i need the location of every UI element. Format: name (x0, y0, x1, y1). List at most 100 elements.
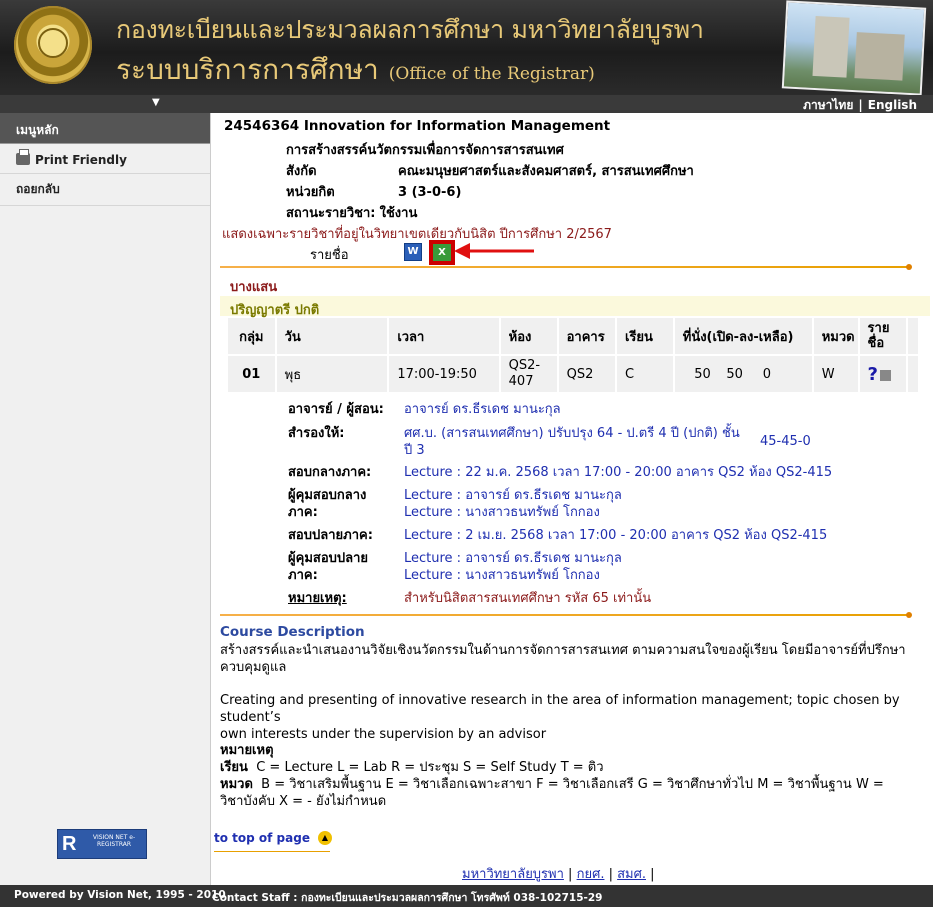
midterm-label: สอบกลางภาค: (288, 465, 372, 480)
col-type: เรียน (615, 318, 675, 355)
description-th: สร้างสรรค์และนำเสนองานวิจัยเชิงนวัตกรรมใ… (220, 643, 906, 675)
col-seats: ที่นั่ง(เปิด-ลง-เหลือ) (673, 318, 814, 355)
cell-seats: 50 50 0 (673, 354, 814, 392)
final-proctor-label-1: ผู้คุมสอบปลาย (288, 551, 369, 566)
dropdown-arrow-icon[interactable]: ▼ (152, 97, 160, 108)
menu-bar: ▼ ภาษาไทย | English (0, 95, 933, 113)
cell-room: QS2-407 (499, 354, 559, 392)
credit-value: 3 (3-0-6) (398, 185, 462, 200)
legend-title: หมายเหตุ (220, 743, 274, 758)
header-subtitle-en: (Office of the Registrar) (388, 64, 595, 84)
footer-contact: Contact Staff : กองทะเบียนและประมวลผลการ… (212, 892, 603, 904)
section-table: กลุ่ม วัน เวลา ห้อง อาคาร เรียน ที่นั่ง(… (228, 318, 920, 392)
seats-left: 0 (762, 366, 772, 382)
footer-link-university[interactable]: มหาวิทยาลัยบูรพา (462, 867, 564, 882)
faculty-row: สังกัด คณะมนุษยศาสตร์และสังคมศาสตร์, สารส… (286, 160, 694, 181)
legend-category-2: วิชาบังคับ X = - ยังไม่กำหนด (220, 794, 387, 809)
logo-text: VISION NET e-REGISTRAR (92, 834, 136, 848)
mid-proctor-label-2: ภาค: (288, 505, 318, 520)
degree-name: ปริญญาตรี ปกติ (230, 303, 320, 318)
excel-export-icon[interactable]: X (429, 240, 455, 265)
page-header: กองทะเบียนและประมวลผลการศึกษา มหาวิทยาลั… (0, 0, 933, 95)
header-subtitle: ระบบบริการการศึกษา (Office of the Registr… (116, 48, 595, 92)
mid-proctor-2: Lecture : นางสาวธนทรัพย์ โกกอง (404, 505, 600, 520)
lang-english-link[interactable]: English (868, 98, 917, 112)
cell-time: 17:00-19:50 (388, 354, 501, 392)
status-row: สถานะรายวิชา: ใช้งาน (286, 202, 417, 223)
header-title: กองทะเบียนและประมวลผลการศึกษา มหาวิทยาลั… (116, 15, 704, 44)
arrow-up-icon: ▲ (318, 831, 332, 845)
reserved-value-1: ศศ.บ. (สารสนเทศศึกษา) ปรับปรุง 64 - ป.ตร… (404, 426, 740, 441)
cell-roster: ? (858, 354, 909, 392)
credit-row: หน่วยกิต 3 (3-0-6) (286, 181, 461, 202)
status-label: สถานะรายวิชา: (286, 206, 376, 221)
lang-separator: | (858, 98, 863, 112)
footer-links: มหาวิทยาลัยบูรพา | กยศ. | สมศ. | (462, 867, 655, 882)
roster-label: รายชื่อ (310, 248, 349, 263)
header-subtitle-th: ระบบบริการการศึกษา (116, 53, 379, 86)
footer-link-student-loan[interactable]: กยศ. (577, 867, 605, 882)
mid-proctor-label-1: ผู้คุมสอบกลาง (288, 488, 367, 503)
sidebar-item-print-friendly[interactable]: Print Friendly (0, 144, 210, 174)
final-label: สอบปลายภาค: (288, 528, 373, 543)
divider-line (220, 266, 910, 268)
divider-dot-2 (906, 612, 912, 618)
instructor-value[interactable]: อาจารย์ ดร.ธีรเดช มานะกุล (404, 401, 561, 418)
note-value: สำหรับนิสิตสารสนเทศศึกษา รหัส 65 เท่านั้… (404, 591, 652, 606)
cell-category: W (812, 354, 860, 392)
description-en: Creating and presenting of innovative re… (220, 693, 900, 742)
campus-notice: แสดงเฉพาะรายวิชาที่อยู่ในวิทยาเขตเดียวกั… (222, 227, 612, 242)
vision-net-logo[interactable]: R VISION NET e-REGISTRAR (57, 829, 147, 859)
col-category: หมวด (812, 318, 860, 355)
legend: หมายเหตุ เรียน C = Lecture L = Lab R = ป… (220, 742, 926, 810)
footer-link-qa[interactable]: สมศ. (617, 867, 646, 882)
col-building: อาคาร (557, 318, 617, 355)
col-group: กลุ่ม (228, 318, 277, 355)
final-value: Lecture : 2 เม.ย. 2568 เวลา 17:00 - 20:0… (404, 528, 828, 543)
faculty-value: คณะมนุษยศาสตร์และสังคมศาสตร์, สารสนเทศศึ… (398, 164, 694, 179)
help-icon[interactable]: ? (868, 364, 878, 385)
degree-bar: ปริญญาตรี ปกติ (220, 296, 930, 318)
roster-square-icon[interactable] (880, 369, 891, 381)
reserved-seats: 45-45-0 (760, 434, 811, 449)
page-footer: Powered by Vision Net, 1995 - 2010 Conta… (0, 885, 933, 907)
col-roster: ราย ชื่อ (858, 318, 909, 355)
footer-powered-by: Powered by Vision Net, 1995 - 2010 (14, 889, 226, 901)
red-arrow-annotation (454, 243, 534, 259)
sidebar-item-label: ถอยกลับ (16, 182, 60, 196)
campus-name: บางแสน (230, 280, 278, 295)
sidebar-title: เมนูหลัก (0, 113, 210, 144)
faculty-label: สังกัด (286, 164, 317, 179)
cell-day: พุธ (275, 354, 390, 392)
to-top-label: to top of page (214, 831, 310, 845)
lang-thai-link[interactable]: ภาษาไทย (803, 98, 853, 112)
course-description-title: Course Description (220, 624, 365, 640)
cell-building: QS2 (557, 354, 617, 392)
sidebar-item-label: Print Friendly (35, 153, 127, 167)
sidebar-item-back[interactable]: ถอยกลับ (0, 174, 210, 206)
course-name-th: การสร้างสรรค์นวัตกรรมเพื่อการจัดการสารสน… (286, 143, 564, 158)
printer-icon (16, 149, 30, 165)
building-photo (781, 0, 927, 95)
reserved-label: สำรองให้: (288, 426, 345, 441)
table-row: 01 พุธ 17:00-19:50 QS2-407 QS2 C 50 50 0… (228, 354, 920, 392)
university-logo (14, 6, 92, 84)
to-top-link[interactable]: to top of page ▲ (214, 829, 334, 853)
seats-enrolled: 50 (726, 366, 743, 382)
cell-group: 01 (228, 354, 277, 392)
final-proctor-2: Lecture : นางสาวธนทรัพย์ โกกอง (404, 568, 600, 583)
credit-label: หน่วยกิต (286, 185, 335, 200)
legend-category: หมวด B = วิชาเสริมพื้นฐาน E = วิชาเลือกเ… (220, 777, 884, 792)
final-proctor-label-2: ภาค: (288, 568, 318, 583)
mid-proctor-1: Lecture : อาจารย์ ดร.ธีรเดช มานะกุล (404, 488, 622, 503)
divider-line-2 (220, 614, 910, 616)
col-room: ห้อง (499, 318, 559, 355)
logo-letter: R (62, 833, 77, 855)
seats-open: 50 (694, 366, 711, 382)
status-value: ใช้งาน (379, 206, 418, 221)
word-export-icon[interactable]: W (404, 243, 422, 261)
legend-study: เรียน C = Lecture L = Lab R = ประชุม S =… (220, 760, 604, 775)
col-day: วัน (275, 318, 390, 355)
midterm-value: Lecture : 22 ม.ค. 2568 เวลา 17:00 - 20:0… (404, 465, 833, 480)
sidebar: เมนูหลัก Print Friendly ถอยกลับ R VISION… (0, 113, 211, 885)
